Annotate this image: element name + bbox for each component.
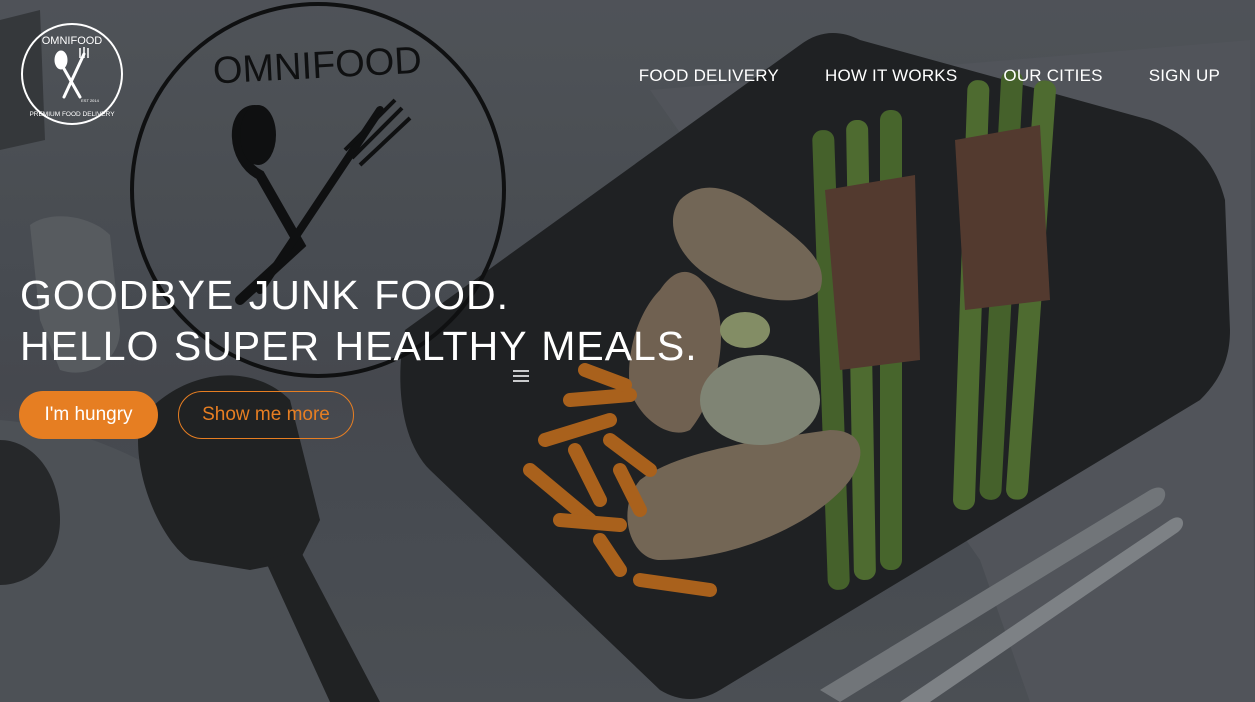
nav-item-how-it-works[interactable]: HOW IT WORKS: [825, 64, 957, 88]
show-me-more-button[interactable]: Show me more: [178, 391, 354, 439]
headline-line-1: GOODBYE JUNK FOOD.: [20, 272, 509, 318]
nav-item-sign-up[interactable]: SIGN UP: [1149, 64, 1220, 88]
main-nav: FOOD DELIVERY HOW IT WORKS OUR CITIES SI…: [639, 64, 1220, 88]
logo-est-text: EST 2014: [81, 98, 99, 103]
hero-section: OMNIFOOD OMNIFOOD PREMIUM FOOD DELIVERY …: [0, 0, 1255, 702]
headline-line-2: HELLO SUPER HEALTHY MEALS.: [20, 323, 698, 369]
spoon-fork-icon: [54, 47, 89, 99]
logo-tagline-text: PREMIUM FOOD DELIVERY: [29, 111, 115, 118]
brand-logo[interactable]: OMNIFOOD PREMIUM FOOD DELIVERY EST 2014: [20, 22, 124, 126]
im-hungry-button[interactable]: I'm hungry: [19, 391, 158, 439]
logo-brand-text: OMNIFOOD: [42, 35, 103, 47]
nav-item-food-delivery[interactable]: FOOD DELIVERY: [639, 64, 779, 88]
hero-headline: GOODBYE JUNK FOOD. HELLO SUPER HEALTHY M…: [20, 270, 698, 372]
nav-item-our-cities[interactable]: OUR CITIES: [1003, 64, 1102, 88]
menu-icon[interactable]: [513, 369, 529, 383]
